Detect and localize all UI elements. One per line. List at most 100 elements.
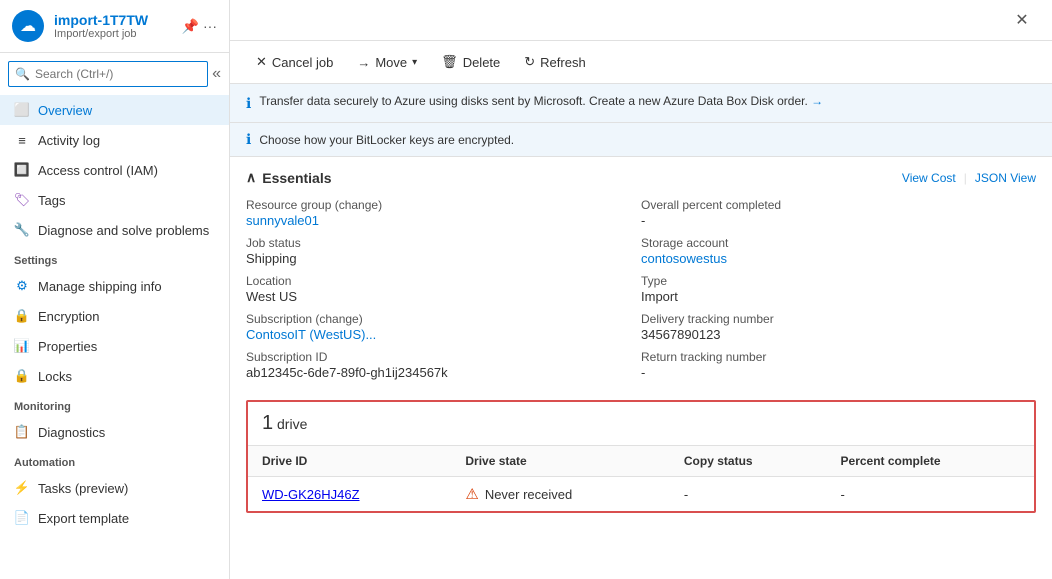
sidebar-item-diagnose[interactable]: 🔧 Diagnose and solve problems xyxy=(0,215,229,245)
essentials-left-col: Resource group (change) sunnyvale01 Job … xyxy=(246,198,641,380)
app-subtitle: Import/export job xyxy=(54,28,148,40)
delete-icon: 🗑 xyxy=(441,54,458,70)
sidebar-item-properties[interactable]: 📊 Properties xyxy=(0,331,229,361)
sidebar-item-label: Diagnose and solve problems xyxy=(38,223,209,238)
sidebar-item-diagnostics[interactable]: 📋 Diagnostics xyxy=(0,417,229,447)
properties-icon: 📊 xyxy=(14,338,30,354)
subscription-id-value: ab12345c-6de7-89f0-gh1ij234567k xyxy=(246,365,641,380)
app-icon: ☁ xyxy=(12,10,44,42)
delivery-tracking-value: 34567890123 xyxy=(641,327,1036,342)
overall-percent-value: - xyxy=(641,213,1036,228)
overall-percent-label: Overall percent completed xyxy=(641,198,1036,212)
encryption-icon: 🔒 xyxy=(14,308,30,324)
info-banner-text: Transfer data securely to Azure using di… xyxy=(259,94,823,108)
sidebar-item-activity-log[interactable]: ≡ Activity log xyxy=(0,125,229,155)
subscription-id-item: Subscription ID ab12345c-6de7-89f0-gh1ij… xyxy=(246,350,641,380)
table-row: WD-GK26HJ46Z ⚠ Never received - - xyxy=(248,477,1034,512)
drives-table-header: Drive ID Drive state Copy status Percent… xyxy=(248,446,1034,477)
activity-log-icon: ≡ xyxy=(14,132,30,148)
drive-id-cell: WD-GK26HJ46Z xyxy=(248,477,451,512)
col-drive-id: Drive ID xyxy=(248,446,451,477)
settings-section-label: Settings xyxy=(0,245,229,271)
type-label: Type xyxy=(641,274,1036,288)
storage-account-item: Storage account contosowestus xyxy=(641,236,1036,266)
resource-group-link[interactable]: sunnyvale01 xyxy=(246,213,319,228)
cancel-job-button[interactable]: ✕ Cancel job xyxy=(246,49,343,75)
search-box: 🔍 « xyxy=(8,61,221,87)
sidebar-item-export-template[interactable]: 📄 Export template xyxy=(0,503,229,533)
locks-icon: 🔒 xyxy=(14,368,30,384)
manage-shipping-icon: ⚙ xyxy=(14,278,30,294)
overview-icon: ⬜ xyxy=(14,102,30,118)
search-icon: 🔍 xyxy=(15,67,30,81)
pin-icon[interactable]: 📌 xyxy=(182,18,199,35)
info-banner: ℹ Transfer data securely to Azure using … xyxy=(230,84,1052,123)
resource-group-item: Resource group (change) sunnyvale01 xyxy=(246,198,641,228)
return-tracking-item: Return tracking number - xyxy=(641,350,1036,380)
sidebar-item-locks[interactable]: 🔒 Locks xyxy=(0,361,229,391)
sidebar-item-label: Manage shipping info xyxy=(38,279,162,294)
resource-group-value: sunnyvale01 xyxy=(246,213,641,228)
drives-table: Drive ID Drive state Copy status Percent… xyxy=(248,446,1034,511)
sidebar-item-label: Locks xyxy=(38,369,72,384)
app-header: ☁ import-1T7TW Import/export job 📌 ··· xyxy=(0,0,229,53)
sidebar-item-tags[interactable]: 🏷 Tags xyxy=(0,185,229,215)
drives-header: 1 drive xyxy=(248,402,1034,446)
sidebar-item-manage-shipping[interactable]: ⚙ Manage shipping info xyxy=(0,271,229,301)
col-percent-complete: Percent complete xyxy=(827,446,1034,477)
type-item: Type Import xyxy=(641,274,1036,304)
return-tracking-label: Return tracking number xyxy=(641,350,1036,364)
essentials-actions: View Cost | JSON View xyxy=(902,171,1036,185)
sidebar-item-label: Properties xyxy=(38,339,97,354)
json-view-link[interactable]: JSON View xyxy=(975,171,1036,185)
sidebar-item-label: Encryption xyxy=(38,309,99,324)
collapse-icon[interactable]: « xyxy=(212,65,221,83)
location-item: Location West US xyxy=(246,274,641,304)
view-cost-link[interactable]: View Cost xyxy=(902,171,956,185)
tags-icon: 🏷 xyxy=(14,192,30,208)
sidebar-item-encryption[interactable]: 🔒 Encryption xyxy=(0,301,229,331)
sidebar-item-label: Tasks (preview) xyxy=(38,481,128,496)
refresh-button[interactable]: ↻ Refresh xyxy=(514,49,595,75)
subscription-label: Subscription (change) xyxy=(246,312,641,326)
copy-status-cell: - xyxy=(670,477,827,512)
essentials-collapse-icon[interactable]: ∧ xyxy=(246,169,256,186)
info-icon: ℹ xyxy=(246,95,251,112)
sidebar-item-access-control[interactable]: 🔲 Access control (IAM) xyxy=(0,155,229,185)
sidebar: ☁ import-1T7TW Import/export job 📌 ··· 🔍… xyxy=(0,0,230,579)
drive-state-cell: ⚠ Never received xyxy=(451,477,670,512)
job-status-value: Shipping xyxy=(246,251,641,266)
divider: | xyxy=(964,171,967,185)
sidebar-item-overview[interactable]: ⬜ Overview xyxy=(0,95,229,125)
drives-section: 1 drive Drive ID Drive state Copy status… xyxy=(246,400,1036,513)
bitlocker-text: Choose how your BitLocker keys are encry… xyxy=(259,133,514,147)
subscription-link[interactable]: ContosoIT (WestUS)... xyxy=(246,327,376,342)
drive-id-link[interactable]: WD-GK26HJ46Z xyxy=(262,487,360,502)
info-banner-link[interactable]: → xyxy=(811,94,823,108)
storage-account-link[interactable]: contosowestus xyxy=(641,251,727,266)
sidebar-item-label: Overview xyxy=(38,103,92,118)
delete-button[interactable]: 🗑 Delete xyxy=(431,49,510,75)
search-input[interactable] xyxy=(8,61,208,87)
resource-group-label: Resource group (change) xyxy=(246,198,641,212)
move-button[interactable]: → Move ▾ xyxy=(347,50,427,75)
col-copy-status: Copy status xyxy=(670,446,827,477)
return-tracking-value: - xyxy=(641,365,1036,380)
drives-count: 1 xyxy=(262,412,273,434)
diagnostics-icon: 📋 xyxy=(14,424,30,440)
location-label: Location xyxy=(246,274,641,288)
sidebar-item-tasks[interactable]: ⚡ Tasks (preview) xyxy=(0,473,229,503)
error-icon: ⚠ xyxy=(465,485,478,503)
content-area: ℹ Transfer data securely to Azure using … xyxy=(230,84,1052,579)
close-button[interactable]: ✕ xyxy=(1008,6,1036,34)
toolbar: ✕ Cancel job → Move ▾ 🗑 Delete ↻ Refresh xyxy=(230,41,1052,84)
sidebar-item-label: Diagnostics xyxy=(38,425,105,440)
more-icon[interactable]: ··· xyxy=(203,18,217,35)
storage-account-label: Storage account xyxy=(641,236,1036,250)
overall-percent-item: Overall percent completed - xyxy=(641,198,1036,228)
essentials-header: ∧ Essentials View Cost | JSON View xyxy=(246,169,1036,186)
refresh-icon: ↻ xyxy=(524,54,535,70)
subscription-id-label: Subscription ID xyxy=(246,350,641,364)
bitlocker-info-icon: ℹ xyxy=(246,131,251,148)
app-title: import-1T7TW xyxy=(54,12,148,28)
